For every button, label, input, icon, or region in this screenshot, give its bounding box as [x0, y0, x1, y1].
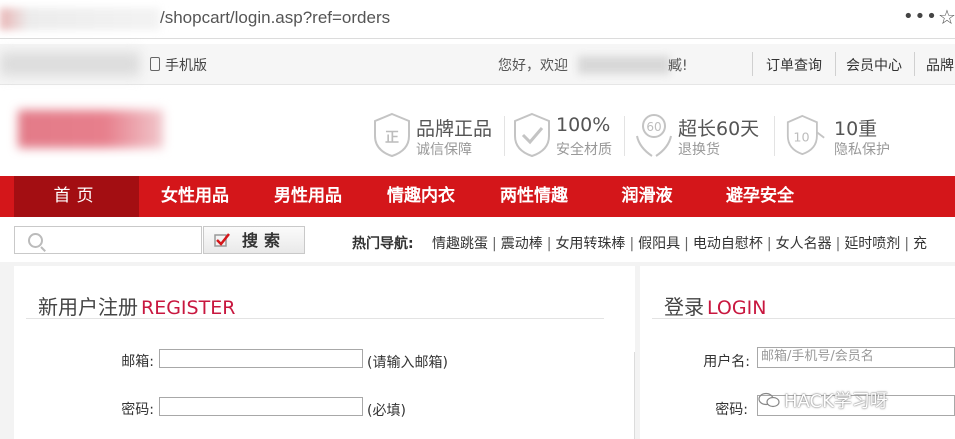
shield-check-icon [514, 112, 550, 158]
hot-link[interactable]: 电动自慰杯 [693, 236, 763, 252]
blurred-url-prefix [0, 8, 160, 30]
checkmark-icon [214, 233, 230, 247]
email-field[interactable] [159, 349, 363, 368]
phone-icon [150, 57, 160, 71]
nav-couples[interactable]: 两性情趣 [484, 176, 584, 217]
feature-title: 超长60天 [678, 118, 760, 140]
greeting-end: 臧! [668, 58, 688, 74]
separator: | [835, 236, 841, 252]
feature-subtitle: 安全材质 [556, 142, 612, 158]
blurred-username [578, 56, 670, 74]
main-nav: 首页 女性用品 男性用品 情趣内衣 两性情趣 润滑液 避孕安全 [0, 176, 955, 217]
mobile-version-label: 手机版 [165, 58, 207, 74]
shield-icon: 正 [374, 112, 410, 158]
password-field[interactable] [159, 397, 363, 416]
divider [774, 116, 775, 156]
password-hint: (必填) [367, 403, 406, 419]
hot-link[interactable]: 女人名器 [776, 236, 832, 252]
nav-lingerie[interactable]: 情趣内衣 [371, 176, 471, 217]
site-logo[interactable] [18, 110, 163, 148]
svg-text:10: 10 [793, 129, 809, 144]
blurred-region [0, 52, 140, 76]
divider [504, 116, 505, 156]
feature-title: 10重 [834, 118, 878, 140]
register-title-cn: 新用户注册 [38, 295, 138, 319]
nav-home[interactable]: 首页 [14, 176, 139, 217]
browser-address-bar: /shopcart/login.asp?ref=orders ••• ☆ [0, 0, 955, 39]
brand-link[interactable]: 品牌 [926, 55, 954, 75]
separator: | [904, 236, 910, 252]
feature-subtitle: 退换货 [678, 142, 720, 158]
wechat-icon [758, 392, 780, 408]
member-center-link[interactable]: 会员中心 [846, 55, 902, 75]
register-title: 新用户注册 REGISTER [38, 291, 235, 320]
hot-link[interactable]: 情趣跳蛋 [432, 236, 488, 252]
search-icon [28, 233, 43, 248]
username-field[interactable]: 邮箱/手机号/会员名 [757, 347, 955, 368]
username-label: 用户名: [703, 354, 750, 370]
page-actions-menu-icon[interactable]: ••• [903, 6, 938, 27]
nav-contraception[interactable]: 避孕安全 [710, 176, 810, 217]
email-label: 邮箱: [121, 354, 154, 370]
order-query-link[interactable]: 订单查询 [766, 55, 822, 75]
feature-title: 100% [556, 114, 611, 136]
divider [835, 52, 836, 76]
login-title-underline [652, 318, 955, 319]
separator: | [492, 236, 497, 252]
greeting-text: 您好，欢迎 [498, 58, 568, 74]
hands-60-icon: 60 [636, 114, 672, 157]
hot-link[interactable]: 女用转珠棒 [555, 236, 625, 252]
feature-subtitle: 诚信保障 [416, 142, 472, 158]
nav-women[interactable]: 女性用品 [145, 176, 245, 217]
feature-title: 品牌正品 [416, 118, 493, 140]
email-hint: (请输入邮箱) [367, 355, 448, 371]
divider [624, 116, 625, 156]
login-title-cn: 登录 [664, 295, 704, 319]
search-button[interactable]: 搜索 [203, 226, 305, 254]
watermark-text: HACK学习呀 [784, 391, 888, 412]
nav-lubricant[interactable]: 润滑液 [597, 176, 697, 217]
separator: | [546, 236, 552, 252]
hot-link[interactable]: 震动棒 [501, 236, 543, 252]
svg-text:60: 60 [646, 120, 661, 134]
svg-text:正: 正 [385, 130, 399, 146]
separator: | [766, 236, 772, 252]
login-title: 登录 LOGIN [664, 291, 766, 320]
shield-10-icon: 10 [786, 114, 825, 156]
url-text[interactable]: /shopcart/login.asp?ref=orders [160, 8, 390, 28]
hot-link[interactable]: 充 [913, 236, 927, 252]
nav-men[interactable]: 男性用品 [258, 176, 358, 217]
hot-link[interactable]: 延时喷剂 [844, 236, 900, 252]
separator: | [629, 236, 635, 252]
mobile-version-link[interactable]: 手机版 [150, 55, 207, 75]
panel-divider [634, 352, 635, 439]
divider [914, 52, 915, 76]
feature-subtitle: 隐私保护 [834, 142, 890, 158]
bookmark-star-icon[interactable]: ☆ [938, 5, 955, 29]
password-label: 密码: [121, 402, 154, 418]
login-title-en: LOGIN [707, 297, 767, 319]
site-top-bar: 手机版 您好，欢迎 臧! 订单查询 会员中心 品牌 [0, 44, 955, 85]
register-title-underline [26, 318, 604, 319]
hot-nav-links: 情趣跳蛋 | 震动棒 | 女用转珠棒 | 假阳具 | 电动自慰杯 | 女人名器 | 延时喷剂 | 充 [432, 233, 927, 253]
hot-nav-title: 热门导航: [352, 236, 414, 252]
login-password-label: 密码: [715, 402, 748, 418]
search-button-label: 搜索 [242, 231, 287, 250]
divider [752, 52, 753, 76]
separator: | [684, 236, 689, 252]
register-title-en: REGISTER [141, 297, 236, 319]
hot-link[interactable]: 假阳具 [638, 236, 680, 252]
